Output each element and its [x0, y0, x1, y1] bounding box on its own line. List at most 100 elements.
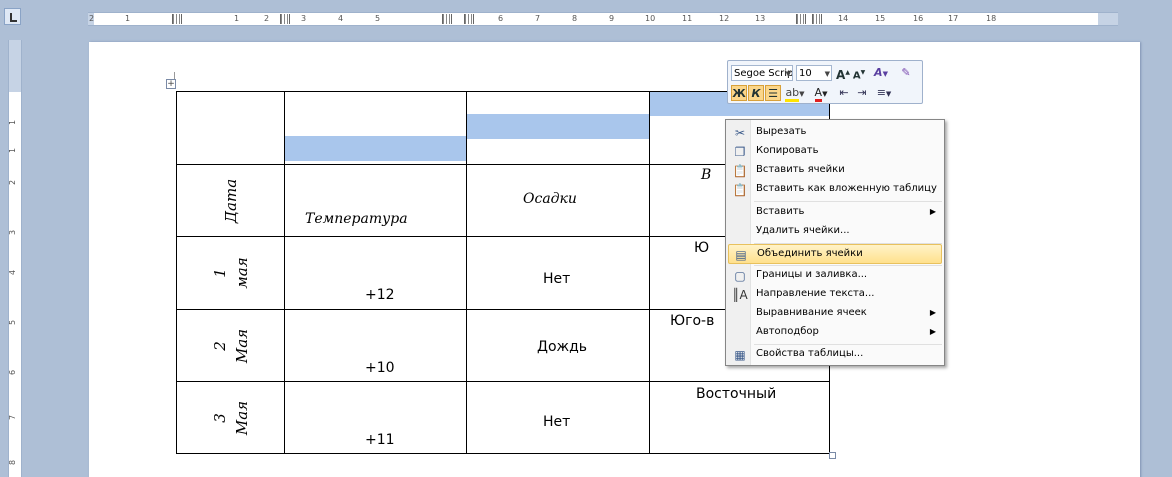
ruler-number: 11 — [682, 14, 693, 23]
bold-button[interactable]: Ж — [731, 85, 747, 101]
font-name-dropdown[interactable]: Segoe Scrip ▼ — [731, 65, 793, 81]
table-cell[interactable] — [176, 91, 285, 165]
scissors-icon: ✂ — [734, 126, 746, 140]
font-size-dropdown[interactable]: 10 ▼ — [796, 65, 832, 81]
increase-indent-button[interactable]: ⇥ — [854, 85, 870, 101]
table-cell[interactable]: Осадки — [466, 164, 650, 237]
menu-item-paste-cells[interactable]: 📋 Вставить ячейки — [728, 161, 942, 181]
table-cell[interactable]: Температура — [284, 164, 467, 237]
shrink-font-icon: A — [852, 70, 861, 82]
font-color-button[interactable]: A▼ — [810, 85, 832, 102]
table-cell[interactable]: Нет — [466, 381, 650, 454]
wind-value: Юго-в — [670, 313, 715, 329]
menu-item-table-properties[interactable]: ▦ Свойства таблицы... — [728, 345, 942, 365]
menu-item-label: Копировать — [756, 145, 819, 156]
table-move-handle-icon[interactable]: + — [166, 79, 176, 89]
grow-font-button[interactable]: A▲ — [836, 65, 850, 82]
ruler-number: 12 — [719, 14, 730, 23]
increase-indent-icon: ⇥ — [857, 86, 867, 99]
chevron-down-icon: ▼ — [785, 70, 791, 78]
grow-font-icon: A — [836, 68, 846, 82]
column-marker[interactable] — [812, 14, 822, 24]
table-cell[interactable]: +11 — [284, 381, 467, 454]
menu-item-label: Выравнивание ячеек — [756, 307, 867, 318]
table-resize-handle[interactable] — [829, 452, 836, 459]
ruler-number: 7 — [535, 14, 541, 23]
font-size-value: 10 — [799, 68, 812, 79]
header-temperature: Температура — [305, 211, 408, 227]
menu-item-label: Вставить — [756, 206, 805, 217]
day-month: Мая — [232, 400, 251, 435]
shrink-font-button[interactable]: A▼ — [852, 65, 866, 81]
vertical-ruler[interactable]: 1 1 2 3 4 5 6 7 8 — [8, 40, 22, 477]
menu-item-label: Автоподбор — [756, 326, 819, 337]
table-cell[interactable]: Дождь — [466, 309, 650, 382]
table-cell[interactable]: Восточный — [649, 381, 830, 454]
table-cell[interactable]: Нет — [466, 236, 650, 310]
precip-value: Нет — [543, 414, 571, 430]
menu-item-insert[interactable]: Вставить ▶ — [728, 203, 942, 223]
menu-item-paste-nested-table[interactable]: 📋 Вставить как вложенную таблицу — [728, 180, 942, 200]
table-row: 3 Мая +11 Нет Восточный — [176, 381, 830, 454]
highlighter-icon: ab — [785, 86, 800, 102]
table-cell[interactable]: +10 — [284, 309, 467, 382]
ruler-number: 10 — [645, 14, 656, 23]
ruler-number: 3 — [8, 229, 18, 236]
bullets-button[interactable]: ≡▼ — [872, 85, 896, 101]
table-cell[interactable]: +12 — [284, 236, 467, 310]
menu-item-delete-cells[interactable]: Удалить ячейки... — [728, 222, 942, 242]
column-marker[interactable] — [172, 14, 182, 24]
ruler-number: 8 — [572, 14, 578, 23]
column-marker[interactable] — [442, 14, 452, 24]
date-cell-1: 1 мая — [209, 257, 253, 288]
italic-icon: К — [751, 87, 761, 100]
menu-item-cell-alignment[interactable]: Выравнивание ячеек ▶ — [728, 304, 942, 324]
ruler-margin-right — [1098, 13, 1118, 25]
menu-item-copy[interactable]: ❐ Копировать — [728, 142, 942, 162]
center-align-button[interactable]: ☰ — [765, 85, 781, 101]
day-number: 3 — [210, 412, 229, 423]
table-cell[interactable]: 1 мая — [176, 236, 285, 310]
horizontal-ruler[interactable]: 2 1 1 2 3 4 5 6 7 8 9 10 11 12 13 14 15 … — [88, 12, 1118, 26]
tab-selector-button[interactable] — [4, 8, 21, 25]
ruler-number: 4 — [8, 269, 18, 276]
menu-item-text-direction[interactable]: ║A Направление текста... — [728, 285, 942, 305]
menu-item-borders-shading[interactable]: ▢ Границы и заливка... — [728, 266, 942, 286]
ruler-number: 3 — [301, 14, 307, 23]
column-marker[interactable] — [796, 14, 806, 24]
table-cell[interactable]: Дата — [176, 164, 285, 237]
menu-item-merge-cells[interactable]: ▤ Объединить ячейки — [728, 244, 942, 264]
wind-value: Ю — [694, 240, 710, 256]
menu-item-label: Направление текста... — [756, 288, 875, 299]
menu-item-cut[interactable]: ✂ Вырезать — [728, 123, 942, 143]
table-cell[interactable]: 2 Мая — [176, 309, 285, 382]
wind-value: Восточный — [696, 386, 777, 402]
menu-item-label: Границы и заливка... — [756, 269, 868, 280]
table-cell[interactable] — [466, 91, 650, 165]
table-cell[interactable]: 3 Мая — [176, 381, 285, 454]
ruler-margin-top — [9, 40, 21, 92]
copy-icon: ❐ — [734, 145, 746, 159]
highlight-button[interactable]: ab▼ — [784, 85, 806, 102]
italic-button[interactable]: К — [748, 85, 764, 101]
column-marker[interactable] — [464, 14, 474, 24]
ruler-number: 8 — [8, 459, 18, 466]
decrease-indent-button[interactable]: ⇤ — [836, 85, 852, 101]
styles-button[interactable]: A▼ — [870, 65, 892, 81]
format-painter-icon: ✎ — [901, 66, 911, 79]
ruler-number: 17 — [948, 14, 959, 23]
ruler-number: 7 — [8, 414, 18, 421]
menu-separator — [754, 201, 942, 202]
table-cell[interactable] — [284, 91, 467, 165]
ruler-number: 6 — [8, 369, 18, 376]
header-wind: В — [701, 167, 712, 183]
context-menu: ✂ Вырезать ❐ Копировать 📋 Вставить ячейк… — [725, 119, 945, 366]
format-painter-button[interactable]: ✎ — [898, 65, 914, 81]
column-marker[interactable] — [280, 14, 290, 24]
chevron-down-icon: ▼ — [824, 70, 830, 78]
ruler-number: 1 — [8, 119, 18, 126]
menu-item-autofit[interactable]: Автоподбор ▶ — [728, 323, 942, 343]
text-direction-icon: ║A — [732, 288, 748, 302]
paste-icon: 📋 — [732, 164, 748, 178]
left-tab-icon — [10, 13, 17, 22]
